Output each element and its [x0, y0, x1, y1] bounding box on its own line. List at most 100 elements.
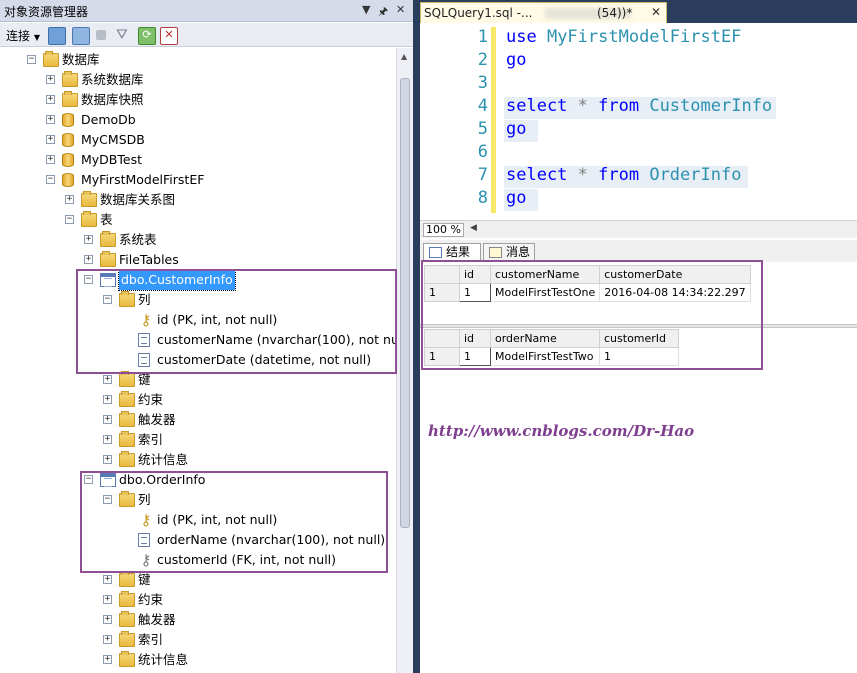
- expand-icon[interactable]: +: [46, 75, 55, 84]
- collapse-icon[interactable]: −: [46, 175, 55, 184]
- expand-icon[interactable]: +: [103, 655, 112, 664]
- collapse-icon[interactable]: −: [103, 295, 112, 304]
- grid-cell[interactable]: ModelFirstTestOne: [489, 283, 601, 302]
- tree-node[interactable]: customerDate (datetime, not null): [0, 350, 396, 370]
- zoom-select[interactable]: 100 %: [423, 223, 464, 237]
- filter-icon[interactable]: ⛛: [116, 27, 128, 43]
- expand-icon[interactable]: +: [103, 435, 112, 444]
- result-grid-customerinfo[interactable]: id customerName customerDate 1 1 ModelFirstTe…: [424, 265, 751, 302]
- tree-node[interactable]: + MyCMSDB: [0, 130, 396, 150]
- query-tab[interactable]: SQLQuery1.sql -... (54))* ✕: [420, 2, 667, 23]
- grid-corner[interactable]: [424, 265, 460, 284]
- tree-node[interactable]: − dbo.OrderInfo: [0, 470, 396, 490]
- expand-icon[interactable]: +: [103, 595, 112, 604]
- tree-node[interactable]: + 系统数据库: [0, 70, 396, 90]
- tree-node[interactable]: + MyDBTest: [0, 150, 396, 170]
- stop-icon[interactable]: [96, 27, 106, 43]
- code-line[interactable]: go: [506, 119, 526, 139]
- pane-splitter[interactable]: [413, 0, 420, 673]
- expand-icon[interactable]: +: [46, 95, 55, 104]
- script-icon[interactable]: ✕: [160, 27, 178, 45]
- grid-cell[interactable]: ModelFirstTestTwo: [490, 347, 600, 366]
- scroll-left-icon[interactable]: ◀: [470, 223, 477, 233]
- connect-button[interactable]: 连接 ▼: [6, 27, 40, 43]
- code-line[interactable]: select * from CustomerInfo: [506, 96, 772, 116]
- grid-separator[interactable]: [420, 324, 857, 328]
- tree-node[interactable]: + 数据库关系图: [0, 190, 396, 210]
- close-tab-icon[interactable]: ✕: [651, 5, 661, 19]
- tab-messages[interactable]: 消息: [483, 243, 535, 262]
- tree-node[interactable]: − dbo.CustomerInfo: [0, 269, 396, 291]
- grid-column-header[interactable]: customerName: [489, 265, 601, 284]
- expand-icon[interactable]: +: [103, 635, 112, 644]
- tree-scrollbar[interactable]: ▲: [396, 48, 413, 673]
- grid-column-header[interactable]: orderName: [490, 329, 600, 348]
- sql-editor[interactable]: 1 use MyFirstModelFirstEF 2 go 3 4 select * fr…: [420, 23, 857, 220]
- tree-node[interactable]: + 键: [0, 570, 396, 590]
- grid-column-header[interactable]: id: [459, 329, 491, 348]
- tree-node[interactable]: orderName (nvarchar(100), not null): [0, 530, 396, 550]
- row-number[interactable]: 1: [424, 283, 460, 302]
- scrollbar-thumb[interactable]: [400, 78, 410, 528]
- code-line[interactable]: go: [506, 50, 526, 70]
- expand-icon[interactable]: +: [103, 575, 112, 584]
- pin-icon[interactable]: 🖈: [378, 3, 388, 22]
- expand-icon[interactable]: +: [46, 155, 55, 164]
- grid-cell[interactable]: 1: [599, 347, 679, 366]
- tree-node[interactable]: + 统计信息: [0, 650, 396, 670]
- grid-cell[interactable]: 1: [459, 347, 491, 366]
- close-icon[interactable]: ✕: [396, 3, 405, 16]
- expand-icon[interactable]: +: [103, 415, 112, 424]
- tree-node[interactable]: − MyFirstModelFirstEF: [0, 170, 396, 190]
- expand-icon[interactable]: +: [103, 615, 112, 624]
- expand-icon[interactable]: +: [84, 255, 93, 264]
- row-number[interactable]: 1: [424, 347, 460, 366]
- code-line[interactable]: go: [506, 188, 526, 208]
- collapse-icon[interactable]: −: [84, 275, 93, 284]
- tree-node[interactable]: + 触发器: [0, 410, 396, 430]
- code-line[interactable]: use MyFirstModelFirstEF: [506, 27, 741, 47]
- code-line[interactable]: select * from OrderInfo: [506, 165, 741, 185]
- tree-node[interactable]: − 列: [0, 290, 396, 310]
- tree-node[interactable]: + 索引: [0, 630, 396, 650]
- tab-results[interactable]: 结果: [423, 243, 481, 262]
- tree-node[interactable]: + 约束: [0, 390, 396, 410]
- expand-icon[interactable]: +: [65, 195, 74, 204]
- grid-corner[interactable]: [424, 329, 460, 348]
- tree-node[interactable]: − 列: [0, 490, 396, 510]
- tree-node[interactable]: + 统计信息: [0, 450, 396, 470]
- disconnect-icon[interactable]: [72, 27, 90, 45]
- tree-node[interactable]: ⚷ customerId (FK, int, not null): [0, 550, 396, 570]
- grid-column-header[interactable]: customerDate: [599, 265, 751, 284]
- connect-object-explorer-icon[interactable]: [48, 27, 66, 45]
- table-row[interactable]: 1 1 ModelFirstTestOne 2016-04-08 14:34:22.2…: [424, 283, 751, 302]
- expand-icon[interactable]: +: [103, 455, 112, 464]
- expand-icon[interactable]: +: [46, 115, 55, 124]
- grid-column-header[interactable]: id: [459, 265, 491, 284]
- tree-node[interactable]: + 索引: [0, 430, 396, 450]
- tree-node[interactable]: + 触发器: [0, 610, 396, 630]
- collapse-icon[interactable]: −: [84, 475, 93, 484]
- expand-icon[interactable]: +: [103, 375, 112, 384]
- scroll-up-icon[interactable]: ▲: [401, 52, 407, 61]
- collapse-icon[interactable]: −: [65, 215, 74, 224]
- tree-node[interactable]: − 数据库: [0, 50, 396, 70]
- table-row[interactable]: 1 1 ModelFirstTestTwo 1: [424, 347, 679, 366]
- grid-cell[interactable]: 2016-04-08 14:34:22.297: [599, 283, 751, 302]
- tree-node[interactable]: + FileTables: [0, 250, 396, 270]
- tree-node[interactable]: + DemoDb: [0, 110, 396, 130]
- expand-icon[interactable]: +: [84, 235, 93, 244]
- result-grid-orderinfo[interactable]: id orderName customerId 1 1 ModelFirstTestTwo…: [424, 329, 679, 366]
- tree-node[interactable]: + 系统表: [0, 230, 396, 250]
- tree-node[interactable]: − 表: [0, 210, 396, 230]
- dropdown-icon[interactable]: ▼: [362, 3, 370, 16]
- expand-icon[interactable]: +: [103, 395, 112, 404]
- collapse-icon[interactable]: −: [103, 495, 112, 504]
- tree-node[interactable]: customerName (nvarchar(100), not null): [0, 330, 411, 350]
- collapse-icon[interactable]: −: [27, 55, 36, 64]
- tree-node[interactable]: + 约束: [0, 590, 396, 610]
- grid-column-header[interactable]: customerId: [599, 329, 679, 348]
- expand-icon[interactable]: +: [46, 135, 55, 144]
- tree-node[interactable]: ⚷ id (PK, int, not null): [0, 510, 396, 530]
- tree-node[interactable]: ⚷ id (PK, int, not null): [0, 310, 396, 330]
